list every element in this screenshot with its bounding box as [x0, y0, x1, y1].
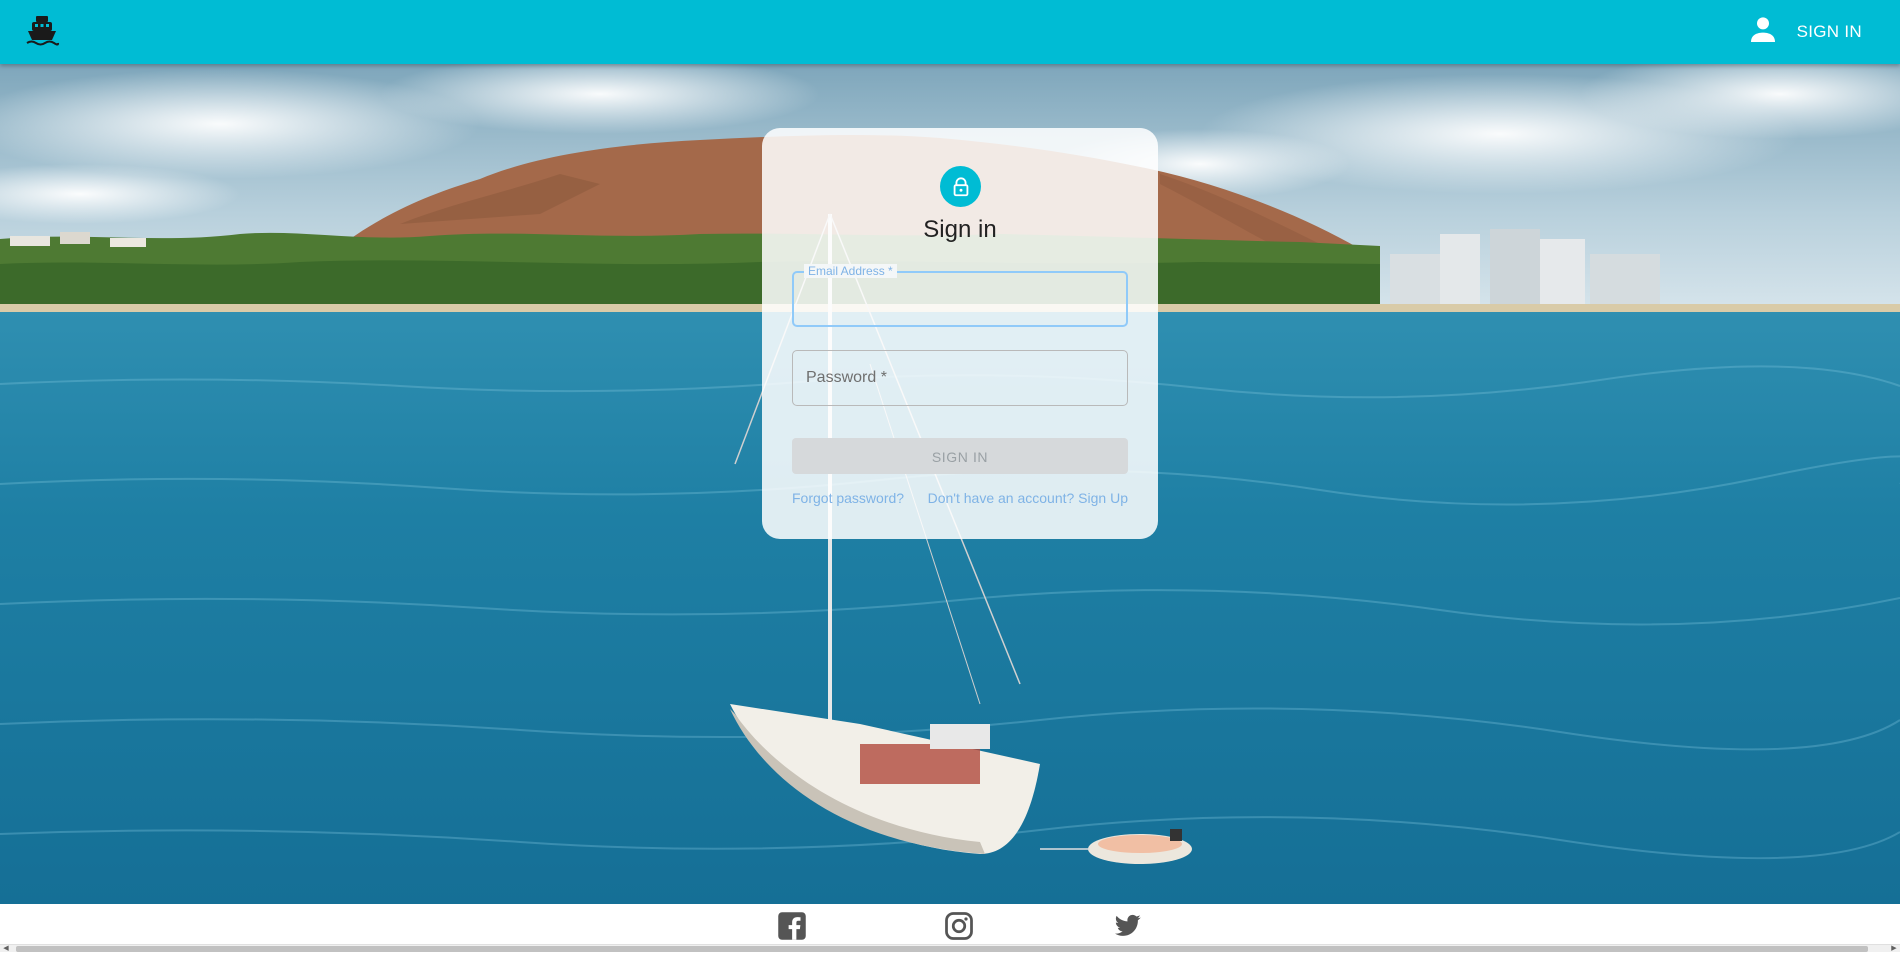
password-field[interactable]	[792, 350, 1128, 406]
signin-title: Sign in	[923, 216, 997, 243]
email-field[interactable]: Email Address *	[792, 264, 1128, 327]
twitter-icon[interactable]	[1112, 911, 1142, 941]
person-icon	[1747, 14, 1779, 51]
signin-links: Forgot password? Don't have an account? …	[792, 490, 1128, 506]
forgot-password-link[interactable]: Forgot password?	[792, 490, 904, 506]
signin-card: Sign in Email Address * SIGN IN Forgot p…	[762, 128, 1158, 539]
footer	[0, 904, 1900, 944]
instagram-icon[interactable]	[944, 911, 974, 941]
appbar-signin-label: SIGN IN	[1796, 22, 1862, 41]
lock-icon	[940, 166, 981, 207]
appbar-signin-button[interactable]: SIGN IN	[1747, 0, 1862, 64]
scrollbar-thumb[interactable]	[16, 946, 1868, 952]
horizontal-scrollbar[interactable]: ◀ ▶	[0, 944, 1900, 952]
email-input[interactable]	[794, 273, 1126, 325]
password-input[interactable]	[793, 351, 1127, 405]
signup-link[interactable]: Don't have an account? Sign Up	[928, 490, 1128, 506]
facebook-icon[interactable]	[777, 911, 807, 941]
signin-submit-button[interactable]: SIGN IN	[792, 438, 1128, 474]
app-bar: SIGN IN	[0, 0, 1900, 64]
ship-icon[interactable]	[24, 12, 60, 48]
